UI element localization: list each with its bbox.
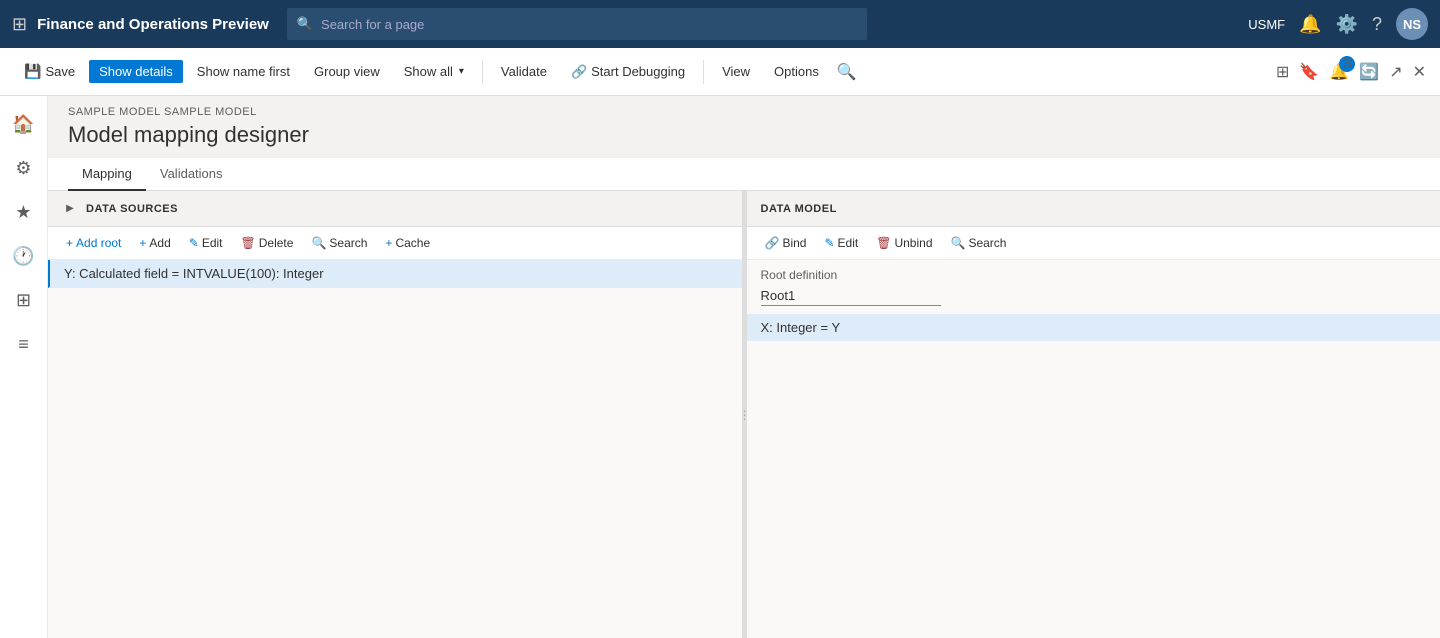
cache-button[interactable]: + Cache [377, 233, 438, 253]
sidebar-icon-recent[interactable]: 🕐 [4, 236, 44, 276]
data-sources-header: ▶ DATA SOURCES [48, 191, 742, 227]
app-title: Finance and Operations Preview [37, 16, 269, 33]
grid-icon[interactable]: ⊞ [12, 14, 27, 35]
bind-icon: 🔗 [765, 236, 780, 250]
add-root-icon: + [66, 236, 73, 250]
table-row[interactable]: Y: Calculated field = INTVALUE(100): Int… [48, 260, 742, 288]
top-nav-right: USMF 🔔 ⚙️ ? NS [1248, 8, 1428, 40]
sidebar: 🏠 ⚙ ★ 🕐 ⊞ ≡ [0, 96, 48, 638]
notifications-icon[interactable]: 🔔 [1299, 14, 1321, 35]
add-button[interactable]: + Add [131, 233, 178, 253]
group-view-button[interactable]: Group view [304, 60, 390, 83]
tab-validations[interactable]: Validations [146, 158, 237, 191]
edit-label: Edit [202, 236, 223, 250]
bind-label: Bind [782, 236, 806, 250]
add-label: Add [149, 236, 170, 250]
sidebar-icon-list[interactable]: ≡ [4, 324, 44, 364]
toolbar-divider [482, 60, 483, 84]
bookmark-icon[interactable]: 🔖 [1299, 62, 1319, 82]
sidebar-icon-workspaces[interactable]: ⊞ [4, 280, 44, 320]
data-sources-title: DATA SOURCES [86, 203, 178, 215]
dm-edit-icon: ✎ [824, 236, 834, 250]
dm-edit-label: Edit [838, 236, 859, 250]
search-label: Search [329, 236, 367, 250]
validate-button[interactable]: Validate [491, 60, 557, 83]
add-root-button[interactable]: + Add root [58, 233, 129, 253]
main-layout: 🏠 ⚙ ★ 🕐 ⊞ ≡ SAMPLE MODEL SAMPLE MODEL Mo… [0, 96, 1440, 638]
user-label: USMF [1248, 17, 1285, 32]
ds-toolbar: + Add root + Add ✎ Edit 🗑 Delete [48, 227, 742, 260]
show-all-button[interactable]: Show all [394, 60, 474, 83]
notification-badge: 3 [1339, 56, 1355, 72]
save-button[interactable]: 💾 Save [14, 59, 85, 84]
toolbar-divider-2 [703, 60, 704, 84]
dm-search-button[interactable]: 🔍 Search [943, 233, 1015, 253]
toolbar: 💾 Save Show details Show name first Grou… [0, 48, 1440, 96]
delete-icon: 🗑 [241, 236, 256, 250]
data-sources-panel: ▶ DATA SOURCES + Add root + Add ✎ E [48, 191, 743, 638]
options-button[interactable]: Options [764, 60, 829, 83]
search-icon: 🔍 [297, 16, 313, 32]
help-icon[interactable]: ? [1372, 14, 1382, 35]
show-details-button[interactable]: Show details [89, 60, 183, 83]
data-model-header: DATA MODEL [747, 191, 1440, 227]
cache-label: Cache [395, 236, 430, 250]
show-name-first-button[interactable]: Show name first [187, 60, 300, 83]
search-input[interactable] [321, 17, 857, 32]
search-icon-ds: 🔍 [311, 236, 326, 250]
tabs: Mapping Validations [48, 158, 1440, 191]
toolbar-right-icons: ⊞ 🔖 🔔3 🔄 ↗ ✕ [1276, 62, 1426, 82]
root-input[interactable] [761, 286, 941, 306]
add-root-label: Add root [76, 236, 121, 250]
detach-icon[interactable]: ↗ [1389, 62, 1402, 82]
sidebar-icon-favorites[interactable]: ★ [4, 192, 44, 232]
dm-search-label: Search [968, 236, 1006, 250]
dm-search-icon: 🔍 [951, 236, 966, 250]
content-area: SAMPLE MODEL SAMPLE MODEL Model mapping … [48, 96, 1440, 638]
cache-icon: + [385, 236, 392, 250]
settings-icon[interactable]: ⚙️ [1336, 14, 1358, 35]
refresh-icon[interactable]: 🔄 [1359, 62, 1379, 82]
expand-icon[interactable]: ▶ [62, 201, 78, 217]
dm-edit-button[interactable]: ✎ Edit [816, 233, 866, 253]
top-nav: ⊞ Finance and Operations Preview 🔍 USMF … [0, 0, 1440, 48]
close-icon[interactable]: ✕ [1413, 62, 1426, 82]
dm-toolbar: 🔗 Bind ✎ Edit 🗑 Unbind 🔍 Search [747, 227, 1440, 260]
avatar[interactable]: NS [1396, 8, 1428, 40]
data-model-list: X: Integer = Y [747, 314, 1440, 638]
search-button[interactable]: 🔍 Search [303, 233, 375, 253]
start-debugging-button[interactable]: 🔗 Start Debugging [561, 60, 695, 84]
delete-label: Delete [259, 236, 294, 250]
sidebar-icon-home[interactable]: 🏠 [4, 104, 44, 144]
debug-icon: 🔗 [571, 64, 587, 80]
data-sources-list: Y: Calculated field = INTVALUE(100): Int… [48, 260, 742, 638]
unbind-icon: 🗑 [876, 236, 891, 250]
save-icon: 💾 [24, 63, 41, 80]
grid-view-icon[interactable]: ⊞ [1276, 62, 1289, 82]
unbind-label: Unbind [894, 236, 932, 250]
delete-button[interactable]: 🗑 Delete [233, 233, 302, 253]
root-definition-label: Root definition [761, 268, 1427, 282]
add-icon: + [139, 236, 146, 250]
toolbar-search-icon[interactable]: 🔍 [837, 62, 857, 82]
view-button[interactable]: View [712, 60, 760, 83]
notification-bell[interactable]: 🔔3 [1329, 62, 1349, 82]
search-bar: 🔍 [287, 8, 867, 40]
split-area: ▶ DATA SOURCES + Add root + Add ✎ E [48, 191, 1440, 638]
page-title: Model mapping designer [48, 118, 1440, 158]
bind-button[interactable]: 🔗 Bind [757, 233, 815, 253]
edit-button[interactable]: ✎ Edit [181, 233, 231, 253]
root-definition-section: Root definition [747, 260, 1440, 314]
unbind-button[interactable]: 🗑 Unbind [868, 233, 940, 253]
edit-icon: ✎ [189, 236, 199, 250]
table-row[interactable]: X: Integer = Y [747, 314, 1440, 341]
data-model-title: DATA MODEL [761, 203, 837, 215]
breadcrumb: SAMPLE MODEL SAMPLE MODEL [48, 96, 1440, 118]
data-model-panel: DATA MODEL 🔗 Bind ✎ Edit 🗑 Unbind [747, 191, 1440, 638]
sidebar-icon-filter[interactable]: ⚙ [4, 148, 44, 188]
tab-mapping[interactable]: Mapping [68, 158, 146, 191]
